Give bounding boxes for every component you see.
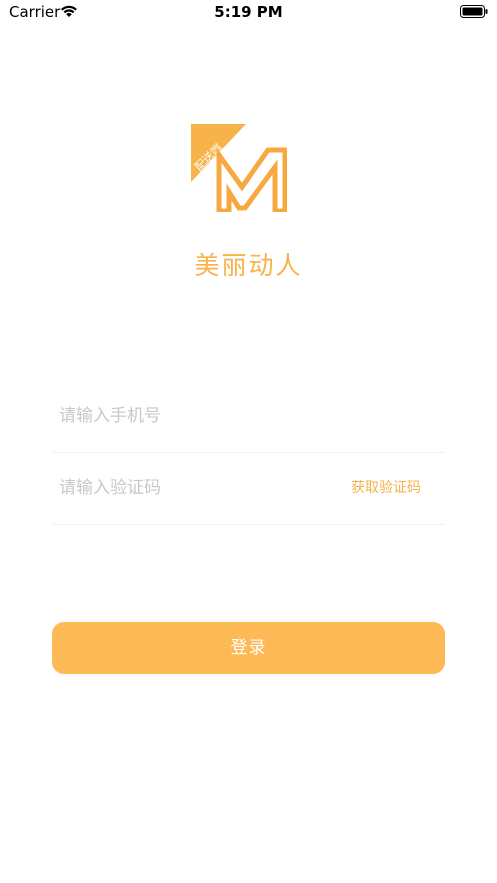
get-code-button[interactable]: 获取验证码 <box>351 452 421 524</box>
phone-field <box>52 380 445 453</box>
login-button[interactable]: 登录 <box>52 622 445 674</box>
battery-icon <box>460 5 488 18</box>
app-logo: 配送端 <box>191 124 287 212</box>
status-bar: Carrier 5:19 PM <box>0 0 497 28</box>
app-name: 美丽动人 <box>194 251 303 280</box>
status-time: 5:19 PM <box>214 3 283 21</box>
phone-input[interactable] <box>59 380 329 452</box>
verification-code-field: 获取验证码 <box>52 452 445 525</box>
verification-code-input[interactable] <box>59 452 329 524</box>
